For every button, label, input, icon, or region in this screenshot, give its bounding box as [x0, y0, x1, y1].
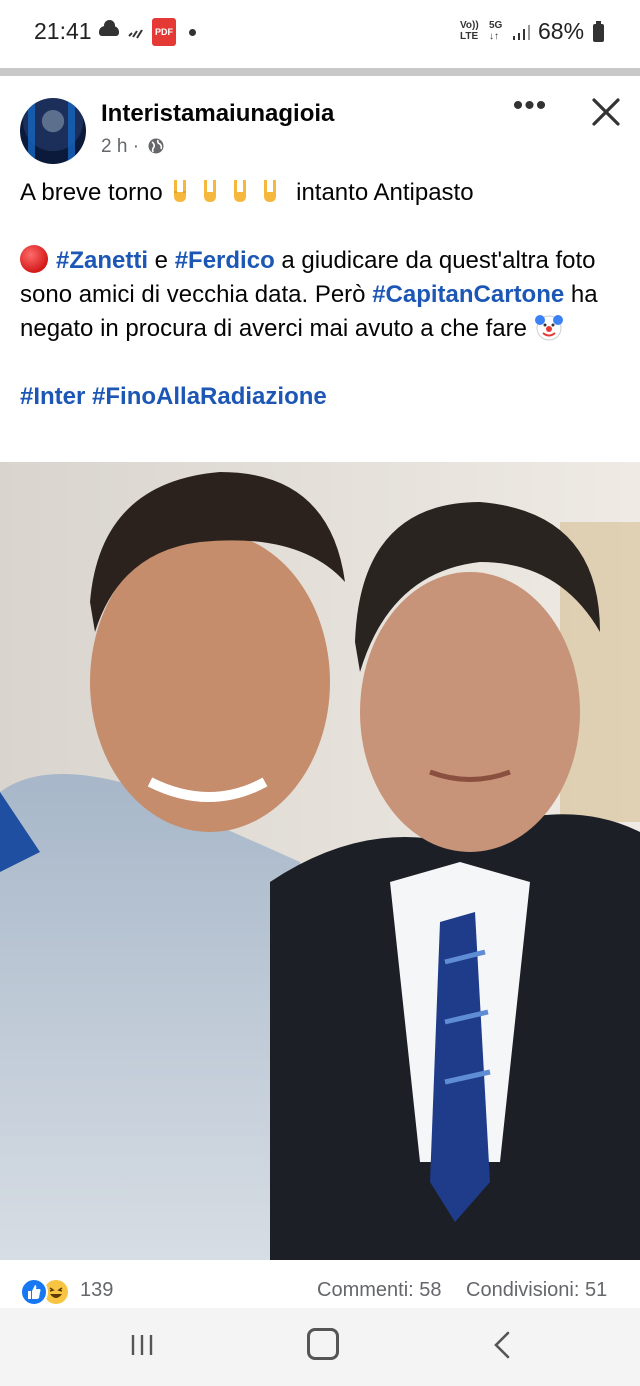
back-icon[interactable]	[490, 1330, 514, 1360]
volte-top: Vo))	[460, 20, 479, 31]
dot-icon	[189, 29, 196, 36]
post-text: A breve torno intanto Antipasto #Zanetti…	[20, 176, 620, 414]
battery-percent: 68%	[538, 18, 585, 44]
more-options-icon[interactable]: •••	[510, 91, 550, 124]
red-circle-emoji-icon	[20, 245, 48, 273]
comments-count[interactable]: Commenti: 58	[317, 1279, 442, 1302]
rock-hand-emoji-icon	[174, 180, 187, 202]
5g-icon: 5G ↓↑	[489, 20, 502, 42]
rock-hand-emoji-icon	[204, 180, 217, 202]
globe-icon	[148, 138, 164, 154]
pdf-icon: PDF	[152, 18, 176, 46]
post-time[interactable]: 2 h ·	[101, 136, 139, 158]
post-footer: 139 Commenti: 58 Condivisioni: 51	[0, 1260, 640, 1308]
hashtag-ferdico[interactable]: #Ferdico	[175, 247, 275, 274]
signal-bars-icon	[513, 25, 530, 40]
hashtag-inter[interactable]: #Inter	[20, 383, 85, 410]
home-button-icon[interactable]	[307, 1328, 339, 1360]
cloud-icon	[99, 20, 119, 36]
avatar[interactable]	[20, 98, 86, 164]
system-nav-bar	[0, 1308, 640, 1386]
shares-count[interactable]: Condivisioni: 51	[466, 1279, 607, 1302]
rock-hand-emoji-icon	[234, 180, 247, 202]
author-name[interactable]: Interistamaiunagioia	[101, 100, 334, 128]
close-icon[interactable]	[586, 92, 626, 132]
signal-icon	[128, 29, 143, 39]
volte-icon: Vo)) LTE	[460, 20, 479, 42]
hashtag-zanetti[interactable]: #Zanetti	[56, 247, 148, 274]
network-top: 5G	[489, 20, 503, 31]
hashtag-finoallaradiazione[interactable]: #FinoAllaRadiazione	[92, 383, 327, 410]
top-divider	[0, 68, 640, 76]
hashtag-capitancartone[interactable]: #CapitanCartone	[372, 281, 564, 308]
text-segment: e	[148, 247, 175, 274]
status-time: 21:41	[34, 18, 92, 44]
photo-illustration	[0, 462, 640, 1260]
rock-hand-emoji-icon	[264, 180, 277, 202]
post-paragraph-2: #Zanetti e #Ferdico a giudicare da quest…	[20, 244, 620, 346]
like-reaction-icon[interactable]	[20, 1278, 48, 1306]
text-segment: A breve torno	[20, 179, 170, 206]
avatar-stripe	[28, 98, 35, 164]
avatar-stripe	[68, 98, 75, 164]
time-separator: ·	[127, 136, 140, 157]
post-time-value: 2 h	[101, 136, 128, 157]
post-line-1: A breve torno intanto Antipasto	[20, 176, 620, 210]
post-hashtags: #Inter #FinoAllaRadiazione	[20, 380, 620, 414]
text-segment: intanto Antipasto	[289, 179, 474, 206]
volte-bottom: LTE	[460, 31, 479, 42]
post-header: Interistamaiunagioia 2 h · •••	[0, 76, 640, 176]
status-bar: 21:41 PDF Vo)) LTE 5G ↓↑ 68%	[0, 0, 640, 68]
post-photo[interactable]	[0, 462, 640, 1260]
reactions-count[interactable]: 139	[80, 1279, 113, 1302]
network-bottom: ↓↑	[489, 31, 499, 42]
clown-emoji-icon	[534, 315, 563, 341]
battery-icon	[593, 21, 604, 42]
recent-apps-icon[interactable]	[129, 1332, 155, 1358]
